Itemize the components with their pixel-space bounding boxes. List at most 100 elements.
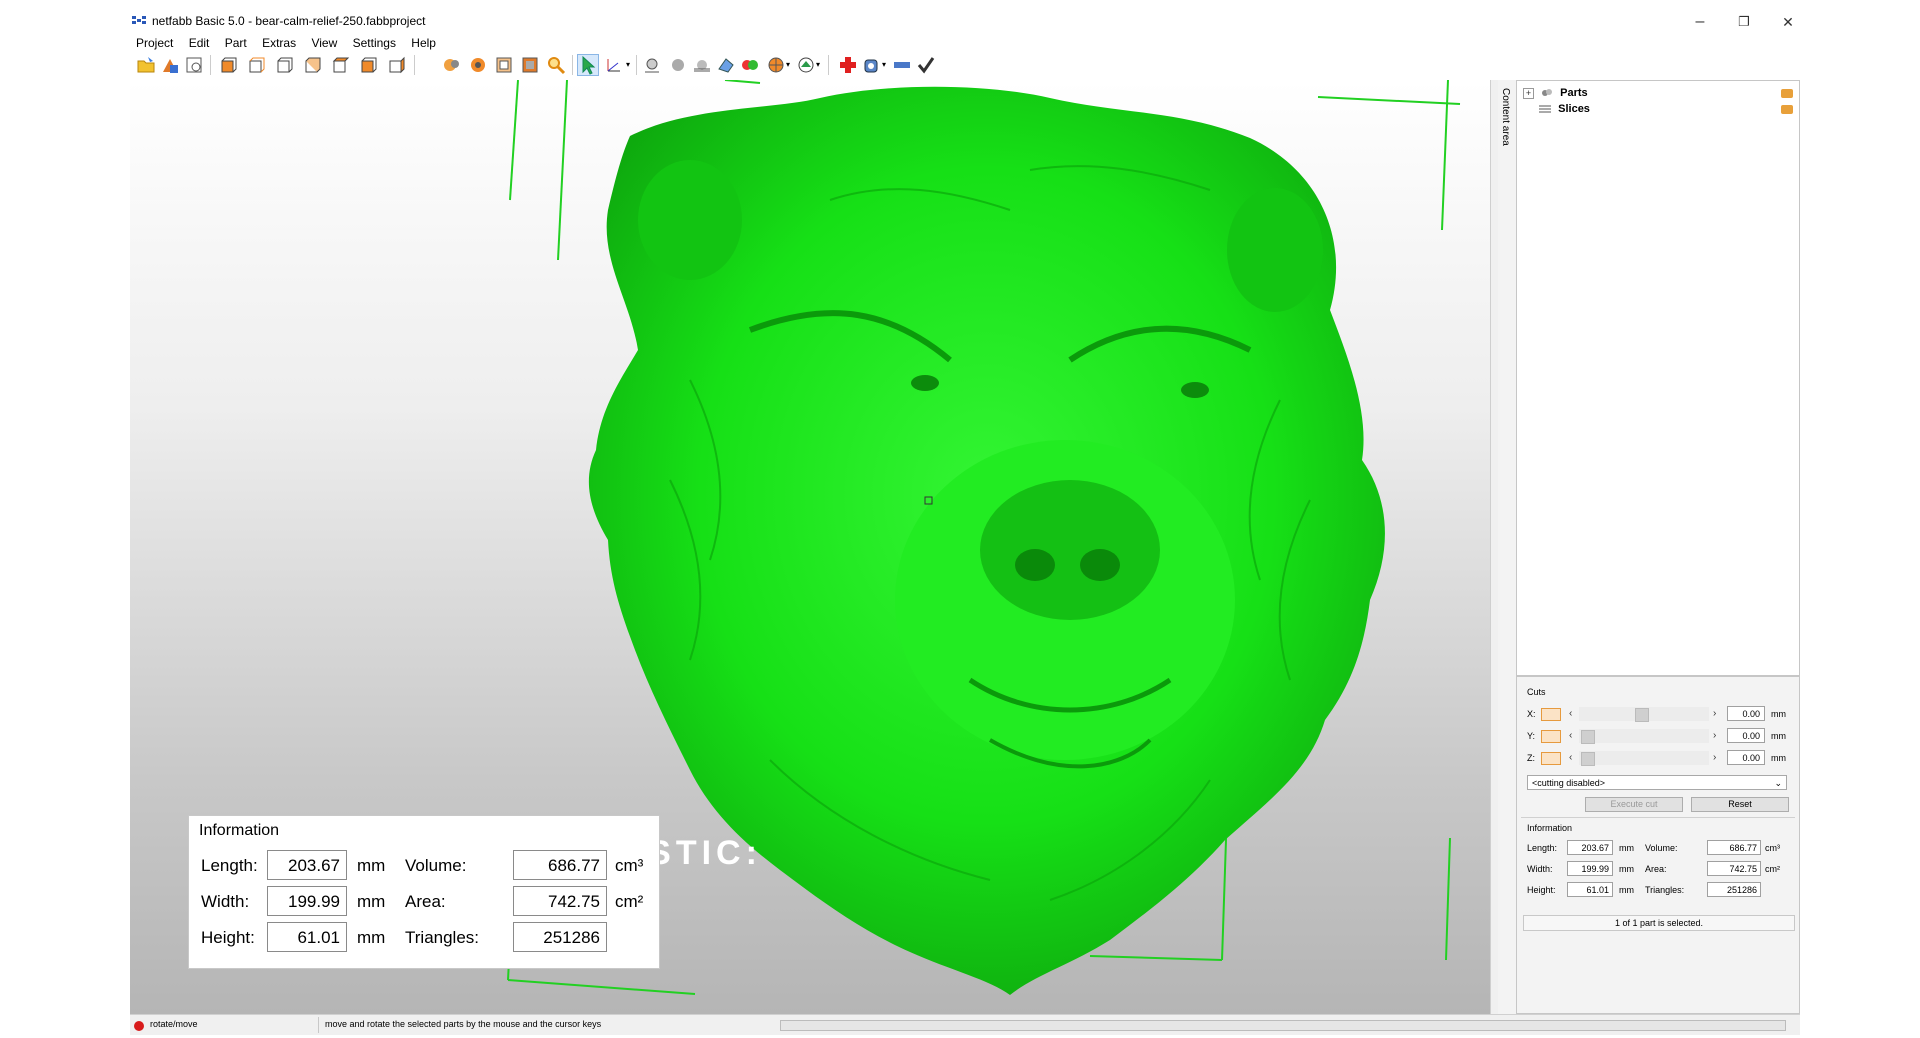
view-top-icon[interactable]: [330, 55, 350, 75]
info-width-unit: mm: [1619, 864, 1634, 874]
chevron-down-icon: ⌄: [1774, 778, 1782, 788]
cut-y-left-arrow-icon[interactable]: ‹: [1569, 730, 1572, 741]
status-hint: move and rotate the selected parts by th…: [325, 1019, 602, 1029]
cut-y-slider-thumb[interactable]: [1581, 730, 1595, 744]
analysis-icon[interactable]: [862, 55, 882, 75]
repair-view-icon[interactable]: [796, 55, 816, 75]
reset-button[interactable]: Reset: [1691, 797, 1789, 812]
window-title: netfabb Basic 5.0 - bear-calm-relief-250…: [152, 14, 426, 28]
info-volume-label: Volume:: [1645, 843, 1678, 853]
left-ear: [638, 160, 742, 280]
dropdown-arrow-icon[interactable]: ▾: [626, 60, 630, 69]
info-length-value: 203.67: [1567, 840, 1613, 855]
add-part-icon[interactable]: [160, 55, 180, 75]
cut-x-left-arrow-icon[interactable]: ‹: [1569, 708, 1572, 719]
overlay-length-label: Length:: [201, 856, 258, 875]
cut-z-label: Z:: [1527, 753, 1535, 763]
zoom-selection-icon[interactable]: [494, 55, 514, 75]
cut-y-color-box[interactable]: [1541, 730, 1561, 743]
open-project-icon[interactable]: [136, 55, 156, 75]
save-icon[interactable]: [184, 55, 204, 75]
cut-y-slider[interactable]: [1579, 729, 1709, 743]
zoom-part-icon[interactable]: [520, 55, 540, 75]
menu-part[interactable]: Part: [219, 34, 253, 52]
checkmark-icon[interactable]: [916, 55, 936, 75]
progress-bar: [780, 1020, 1786, 1031]
view-top-icon[interactable]: [386, 55, 406, 75]
ruler-icon[interactable]: [892, 55, 912, 75]
menu-help[interactable]: Help: [405, 34, 442, 52]
overlay-volume-label: Volume:: [405, 856, 467, 875]
view-front-icon[interactable]: [218, 55, 238, 75]
measure-axes-icon[interactable]: [604, 55, 624, 75]
slices-icon[interactable]: [692, 55, 712, 75]
cut-x-right-arrow-icon[interactable]: ›: [1713, 708, 1716, 719]
cut-x-slider-thumb[interactable]: [1635, 708, 1649, 722]
folder-icon[interactable]: [1781, 105, 1793, 114]
maximize-button[interactable]: ❐: [1724, 12, 1764, 34]
zoom-icon[interactable]: [546, 55, 566, 75]
cut-z-left-arrow-icon[interactable]: ‹: [1569, 752, 1572, 763]
expand-icon[interactable]: +: [1523, 87, 1534, 99]
overlay-height-value: 61.01: [267, 922, 347, 952]
cut-x-input[interactable]: 0.00: [1727, 706, 1765, 721]
menu-settings[interactable]: Settings: [347, 34, 402, 52]
info-title: Information: [1527, 823, 1573, 833]
menu-project[interactable]: Project: [130, 34, 179, 52]
view-bottom-icon[interactable]: [358, 55, 378, 75]
shading-icon[interactable]: [642, 55, 662, 75]
cut-x-color-box[interactable]: [1541, 708, 1561, 721]
select-cursor-icon[interactable]: [577, 54, 599, 76]
status-mode: rotate/move: [150, 1019, 198, 1029]
menu-view[interactable]: View: [305, 34, 343, 52]
zoom-all-icon[interactable]: [468, 55, 488, 75]
status-record-icon: [134, 1021, 144, 1031]
close-button[interactable]: ✕: [1768, 12, 1808, 34]
tree-item-slices[interactable]: Slices: [1523, 103, 1590, 115]
info-height-value: 61.01: [1567, 882, 1613, 897]
cut-z-slider[interactable]: [1579, 751, 1709, 765]
info-length-unit: mm: [1619, 843, 1634, 853]
menu-extras[interactable]: Extras: [256, 34, 302, 52]
repair-cross-icon[interactable]: [838, 55, 858, 75]
overlay-width-value: 199.99: [267, 886, 347, 916]
execute-cut-button[interactable]: Execute cut: [1585, 797, 1683, 812]
dropdown-arrow-icon[interactable]: ▾: [786, 60, 790, 69]
cutting-mode-select[interactable]: <cutting disabled> ⌄: [1527, 775, 1787, 790]
view-back-icon[interactable]: [246, 55, 266, 75]
rotate-view-icon[interactable]: [442, 55, 462, 75]
globe-icon[interactable]: [766, 55, 786, 75]
dropdown-arrow-icon[interactable]: ▾: [882, 60, 886, 69]
tree-item-parts[interactable]: + Parts: [1523, 87, 1588, 99]
color-icon[interactable]: [740, 55, 760, 75]
overlay-width-label: Width:: [201, 892, 250, 911]
cut-z-input[interactable]: 0.00: [1727, 750, 1765, 765]
material-icon[interactable]: [668, 55, 688, 75]
folder-icon[interactable]: [1781, 89, 1793, 98]
cut-y-input[interactable]: 0.00: [1727, 728, 1765, 743]
cut-z-right-arrow-icon[interactable]: ›: [1713, 752, 1716, 763]
minimize-button[interactable]: –: [1680, 12, 1720, 34]
overlay-width-unit: mm: [357, 892, 386, 911]
cut-z-slider-thumb[interactable]: [1581, 752, 1595, 766]
dropdown-arrow-icon[interactable]: ▾: [816, 60, 820, 69]
view-left-icon[interactable]: [274, 55, 294, 75]
tree-item-parts-label: Parts: [1560, 87, 1588, 99]
overlay-info-title: Information: [199, 822, 280, 839]
cuts-title: Cuts: [1527, 687, 1546, 697]
title-bar: netfabb Basic 5.0 - bear-calm-relief-250…: [130, 12, 1800, 34]
content-area-tab[interactable]: Content area: [1498, 80, 1517, 1014]
cut-z-color-box[interactable]: [1541, 752, 1561, 765]
mesh-icon[interactable]: [716, 55, 736, 75]
cut-y-right-arrow-icon[interactable]: ›: [1713, 730, 1716, 741]
menu-bar: Project Edit Part Extras View Settings H…: [130, 34, 1800, 52]
info-area-label: Area:: [1645, 864, 1667, 874]
view-right-icon[interactable]: [302, 55, 322, 75]
menu-edit[interactable]: Edit: [183, 34, 216, 52]
project-tree: + Parts Slices: [1516, 80, 1800, 676]
parts-icon: [1542, 89, 1553, 97]
cut-x-label: X:: [1527, 709, 1536, 719]
info-width-label: Width:: [1527, 864, 1553, 874]
right-ear: [1227, 188, 1323, 312]
overlay-length-unit: mm: [357, 856, 386, 875]
